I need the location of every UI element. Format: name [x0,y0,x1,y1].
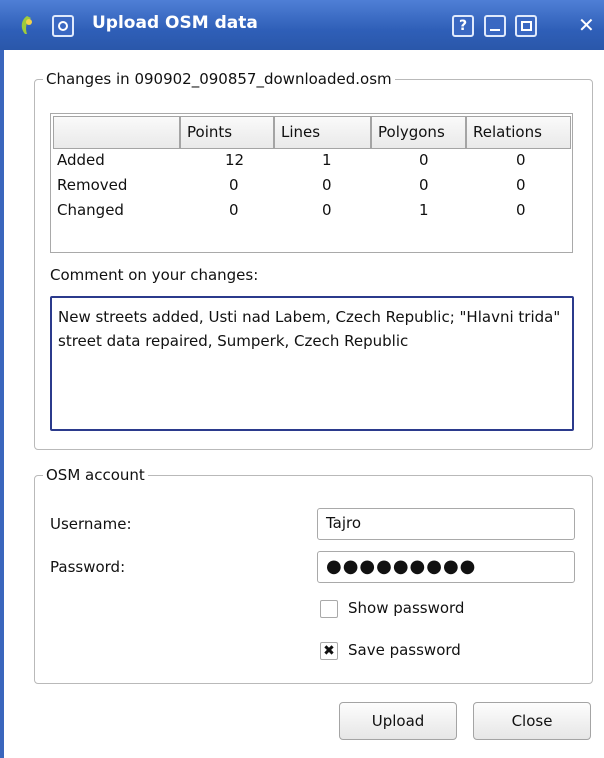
app-icon [16,14,38,36]
title-bar: Upload OSM data ? ✕ [0,0,604,50]
cell-value: 0 [516,176,526,194]
column-header-corner [53,116,180,149]
column-header-relations[interactable]: Relations [466,116,571,149]
cell-value: 0 [229,176,239,194]
maximize-icon[interactable] [515,15,537,37]
minimize-icon[interactable] [484,15,506,37]
cell-value: 0 [419,176,429,194]
osm-account-group-title: OSM account [46,466,145,484]
cell-value: 1 [419,201,429,219]
cell-value: 0 [322,176,332,194]
password-field[interactable]: ●●●●●●●●● [317,551,575,583]
comment-textarea[interactable]: New streets added, Usti nad Labem, Czech… [50,296,574,431]
help-button[interactable]: ? [452,15,474,37]
cell-value: 1 [322,151,332,169]
row-label-changed: Changed [57,201,124,219]
close-button[interactable]: Close [473,702,591,740]
column-header-polygons[interactable]: Polygons [371,116,466,149]
window-menu-icon[interactable] [52,15,74,37]
column-header-lines[interactable]: Lines [274,116,371,149]
save-password-label[interactable]: Save password [348,641,461,659]
show-password-checkbox[interactable] [320,600,338,618]
cell-value: 0 [229,201,239,219]
changes-group-title: Changes in 090902_090857_downloaded.osm [46,70,392,88]
upload-button[interactable]: Upload [339,702,457,740]
close-window-icon[interactable]: ✕ [578,13,595,37]
show-password-label[interactable]: Show password [348,599,464,617]
username-field[interactable]: Tajro [317,508,575,540]
window-title: Upload OSM data [92,13,258,33]
password-label: Password: [50,558,126,576]
cell-value: 12 [225,151,245,169]
save-password-checkbox[interactable]: ✖ [320,642,338,660]
changes-table: Points Lines Polygons Relations Added 12… [50,113,573,253]
row-label-removed: Removed [57,176,128,194]
username-label: Username: [50,515,132,533]
column-header-points[interactable]: Points [180,116,274,149]
cell-value: 0 [516,151,526,169]
row-label-added: Added [57,151,105,169]
comment-label: Comment on your changes: [50,266,259,284]
cell-value: 0 [322,201,332,219]
window-border [0,50,4,758]
cell-value: 0 [516,201,526,219]
check-mark-icon: ✖ [323,643,335,659]
cell-value: 0 [419,151,429,169]
